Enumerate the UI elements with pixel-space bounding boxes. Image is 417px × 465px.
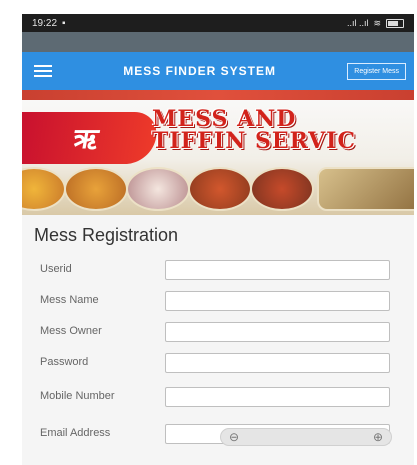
banner-image: ऋ MESS AND TIFFIN SERVIC [22, 90, 414, 215]
form-title: Mess Registration [34, 225, 179, 245]
battery-icon [386, 18, 404, 28]
wifi-icon: ≋ [373, 17, 381, 28]
password-row: Password [34, 347, 406, 378]
status-time: 19:22 [32, 17, 58, 29]
food-dish-image [22, 167, 66, 211]
userid-row: Userid [34, 254, 406, 285]
app-title: MESS FINDER SYSTEM [123, 64, 276, 78]
banner-top-stripe [22, 90, 414, 100]
password-input[interactable] [165, 352, 390, 373]
zoom-in-icon[interactable]: ⊕ [373, 430, 383, 444]
status-bar: 19:22 ▪ ..ıl ..ıl ≋ [22, 14, 414, 32]
banner-logo: ऋ [22, 112, 161, 164]
food-dish-image [317, 167, 414, 211]
mobile-number-row: Mobile Number [34, 378, 406, 415]
app-bar: MESS FINDER SYSTEM Register Mess [22, 52, 414, 90]
food-images-row [22, 167, 414, 211]
phone-screen: 19:22 ▪ ..ıl ..ıl ≋ MESS FINDER SYSTEM R… [22, 14, 414, 465]
userid-label: Userid [40, 262, 72, 275]
mess-name-input[interactable] [165, 290, 390, 311]
mess-owner-input[interactable] [165, 321, 390, 342]
email-address-label: Email Address [40, 426, 111, 439]
hamburger-icon[interactable] [34, 65, 52, 77]
zoom-control: ⊖ ⊕ [220, 428, 392, 446]
notification-icon: ▪ [62, 17, 66, 29]
food-dish-image [64, 167, 128, 211]
mess-name-label: Mess Name [40, 293, 99, 306]
registration-form: Mess Registration Userid Mess Name Mess … [22, 215, 414, 452]
zoom-out-icon[interactable]: ⊖ [229, 430, 239, 444]
mobile-number-label: Mobile Number [40, 389, 115, 402]
mobile-number-input[interactable] [165, 386, 390, 407]
food-dish-image [250, 167, 314, 211]
banner-line-1: MESS AND [152, 106, 297, 132]
food-dish-image [126, 167, 190, 211]
banner-headline: MESS AND TIFFIN SERVIC [152, 108, 414, 152]
password-label: Password [40, 355, 89, 368]
banner-line-2: TIFFIN SERVIC [152, 128, 356, 154]
register-mess-button[interactable]: Register Mess [347, 62, 406, 80]
mess-owner-label: Mess Owner [40, 324, 102, 337]
userid-input[interactable] [165, 259, 390, 280]
mess-name-row: Mess Name [34, 285, 406, 316]
mess-owner-row: Mess Owner [34, 316, 406, 347]
signal-icon: ..ıl ..ıl [346, 18, 369, 28]
food-dish-image [188, 167, 252, 211]
browser-top-band [22, 32, 414, 52]
